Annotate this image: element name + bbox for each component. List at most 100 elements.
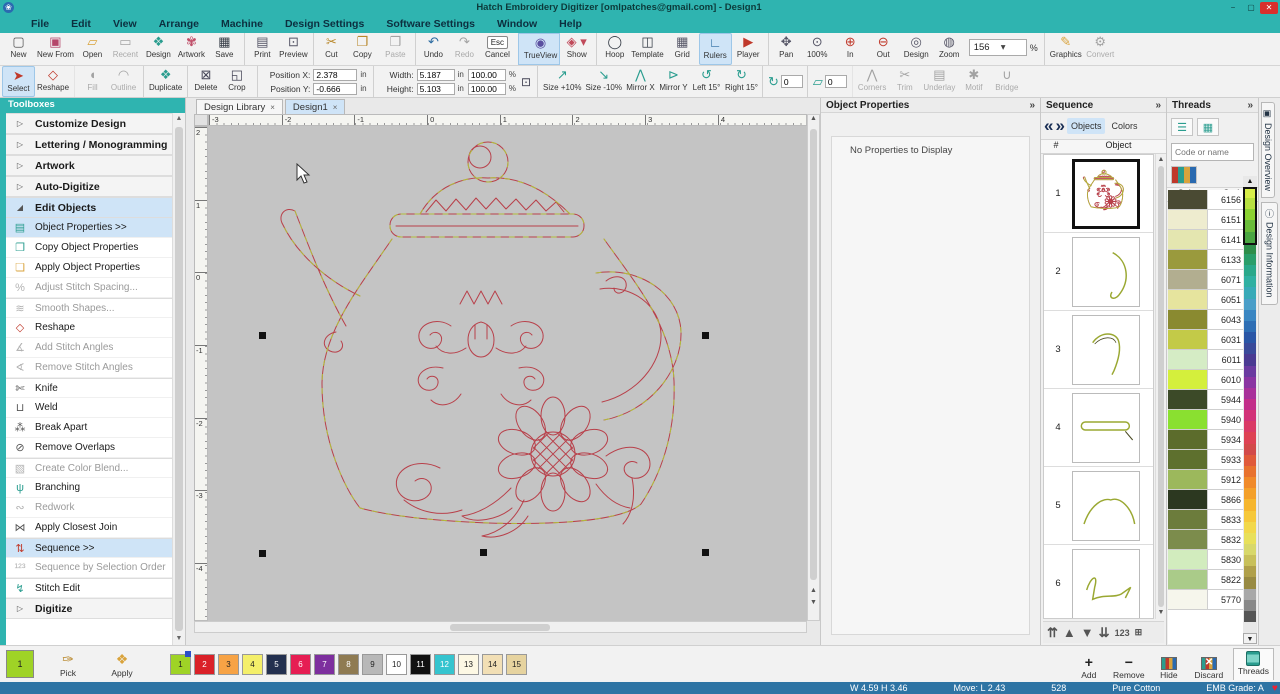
toolbar-button[interactable]: ↺ Left 15°	[690, 66, 723, 97]
palette-swatch[interactable]: 9	[362, 654, 383, 675]
sidebar-item[interactable]: ⋈ Apply Closest Join	[6, 518, 172, 538]
palette-swatch[interactable]: 11	[410, 654, 431, 675]
palette-swatch[interactable]: 2	[194, 654, 215, 675]
tab-objects[interactable]: Objects	[1067, 118, 1106, 134]
selection-handle[interactable]	[480, 549, 487, 556]
thread-row[interactable]: 6151	[1168, 210, 1244, 230]
toolbar-button[interactable]: ❐ Copy	[346, 33, 379, 65]
collapse-chevron-icon[interactable]: »	[1247, 100, 1253, 111]
toolbar-button[interactable]: ⚙ Convert	[1084, 33, 1117, 65]
canvas-horizontal-scrollbar[interactable]	[194, 621, 807, 633]
zoom-level-combobox[interactable]: 156▾ %	[969, 39, 1038, 56]
sidebar-item[interactable]: ▷ Digitize	[6, 598, 172, 619]
sidebar-item[interactable]: ◇ Reshape	[6, 318, 172, 338]
selection-handle[interactable]	[702, 549, 709, 556]
sequence-scrollbar[interactable]: ▲ ▼	[1155, 154, 1166, 619]
sequence-row[interactable]: 3	[1044, 311, 1153, 389]
height-input[interactable]	[417, 83, 455, 95]
thread-grid-view-icon[interactable]: ▦	[1197, 118, 1219, 136]
menu-item[interactable]: Arrange	[150, 16, 208, 32]
chevron-down-icon[interactable]: ▾	[997, 42, 1026, 53]
toolbar-button[interactable]: ∟ Rulers	[699, 33, 732, 65]
toolbar-button[interactable]: ◍ Zoom	[933, 33, 966, 65]
tab-design-overview[interactable]: ▣ Design Overview	[1261, 102, 1275, 198]
thread-overview-scrollbar[interactable]: ▲ ▼	[1243, 176, 1257, 644]
thread-row[interactable]: 6011	[1168, 350, 1244, 370]
palette-swatch[interactable]: 5	[266, 654, 287, 675]
toolbar-button[interactable]: ✂ Trim	[888, 66, 921, 97]
sidebar-item[interactable]: ▷ Lettering / Monogramming	[6, 134, 172, 155]
toolbar-button[interactable]: ▤ Underlay	[921, 66, 957, 97]
toolbar-button[interactable]: ↷ Redo	[448, 33, 481, 65]
design-canvas[interactable]	[208, 126, 807, 621]
toolbar-button[interactable]: ▶ Player	[732, 33, 765, 65]
toolbar-button[interactable]: ◉ TrueView	[518, 33, 560, 65]
thread-row[interactable]: 5933	[1168, 450, 1244, 470]
toolbar-button[interactable]: ↘ Size -10%	[584, 66, 624, 97]
sidebar-item[interactable]: ◢ Edit Objects	[6, 197, 172, 218]
current-color-swatch[interactable]: 1	[6, 650, 34, 678]
sequence-row[interactable]: 2	[1044, 233, 1153, 311]
minimize-button[interactable]: −	[1224, 2, 1242, 14]
thread-row[interactable]: 5770	[1168, 590, 1244, 610]
toolbar-button[interactable]: ⊠ Delete	[187, 66, 220, 97]
palette-swatch[interactable]: 3	[218, 654, 239, 675]
tab-design1[interactable]: Design1 ×	[285, 99, 346, 114]
sequence-move-button[interactable]: ⇈	[1047, 625, 1058, 641]
toolbar-button[interactable]: ⊡ Preview	[277, 33, 310, 65]
thread-chart-icon[interactable]	[1171, 166, 1197, 184]
sidebar-item[interactable]: ▷ Artwork	[6, 155, 172, 176]
toolbar-button[interactable]: ▦ Grid	[666, 33, 699, 65]
sidebar-item[interactable]: ▷ Customize Design	[6, 113, 172, 134]
threads-tab-button[interactable]: Threads	[1233, 648, 1274, 680]
toolbar-button[interactable]: ▭ Recent	[109, 33, 142, 65]
scrollbar-thumb[interactable]	[175, 127, 183, 631]
apply-color-button[interactable]: ❖ Apply	[102, 651, 142, 678]
thread-row[interactable]: 5833	[1168, 510, 1244, 530]
thread-row[interactable]: 6133	[1168, 250, 1244, 270]
toolbar-button[interactable]: ⊖ Out	[867, 33, 900, 65]
toolbar-button[interactable]: ◯ Hoop	[596, 33, 629, 65]
sidebar-item[interactable]: ∾ Redwork	[6, 498, 172, 518]
sequence-row[interactable]: 5	[1044, 467, 1153, 545]
menu-item[interactable]: Window	[488, 16, 546, 32]
palette-swatch[interactable]: 7	[314, 654, 335, 675]
thread-row[interactable]: 6010	[1168, 370, 1244, 390]
hide-colors-button[interactable]: Hide	[1153, 657, 1185, 680]
scroll-down-arrow[interactable]: ▼	[1243, 633, 1257, 644]
thread-row[interactable]: 5830	[1168, 550, 1244, 570]
toolbar-button[interactable]: ❒ Paste	[379, 33, 412, 65]
sequence-row[interactable]: 4	[1044, 389, 1153, 467]
toolbar-button[interactable]: ❖ Design	[142, 33, 175, 65]
menu-item[interactable]: View	[104, 16, 146, 32]
toolbar-button[interactable]: ⊕ In	[834, 33, 867, 65]
position-x-input[interactable]	[313, 69, 357, 81]
toolbar-button[interactable]: ▱ Open	[76, 33, 109, 65]
scale-x-input[interactable]	[468, 69, 506, 81]
toolbar-button[interactable]: ▣ New From	[35, 33, 76, 65]
toolbar-button[interactable]: ▦ Save	[208, 33, 241, 65]
sequence-move-button[interactable]: ▼	[1081, 625, 1094, 640]
scroll-down-arrow[interactable]: ▼	[173, 633, 185, 645]
toolbar-button[interactable]: ✱ Motif	[957, 66, 990, 97]
sidebar-item[interactable]: ↯ Stitch Edit	[6, 578, 172, 598]
scrollbar-thumb[interactable]	[810, 129, 817, 580]
sidebar-item[interactable]: ψ Branching	[6, 478, 172, 498]
menu-item[interactable]: Machine	[212, 16, 272, 32]
width-input[interactable]	[417, 69, 455, 81]
toolbar-button[interactable]: ➤ Select	[2, 66, 35, 97]
toolbar-button[interactable]: ◇ Reshape	[35, 66, 71, 97]
scroll-down-arrow[interactable]: ▼	[1156, 607, 1166, 619]
sequence-move-button[interactable]: ⇊	[1099, 625, 1110, 641]
toolbar-button[interactable]: ⋀ Mirror X	[624, 66, 657, 97]
scroll-up-arrow[interactable]: ▲	[173, 113, 185, 125]
sidebar-item[interactable]: ⊔ Weld	[6, 398, 172, 418]
sidebar-item[interactable]: ▤ Object Properties >>	[6, 218, 172, 238]
close-button[interactable]: ✕	[1260, 2, 1278, 14]
sidebar-item[interactable]: ∢ Remove Stitch Angles	[6, 358, 172, 378]
toolbar-button[interactable]: ◎ Design	[900, 33, 933, 65]
rotate-icon[interactable]: ↻	[768, 74, 779, 90]
scrollbar-thumb[interactable]	[1243, 187, 1257, 245]
sidebar-item[interactable]: ⊘ Remove Overlaps	[6, 438, 172, 458]
toolbar-button[interactable]: ◱ Crop	[220, 66, 253, 97]
